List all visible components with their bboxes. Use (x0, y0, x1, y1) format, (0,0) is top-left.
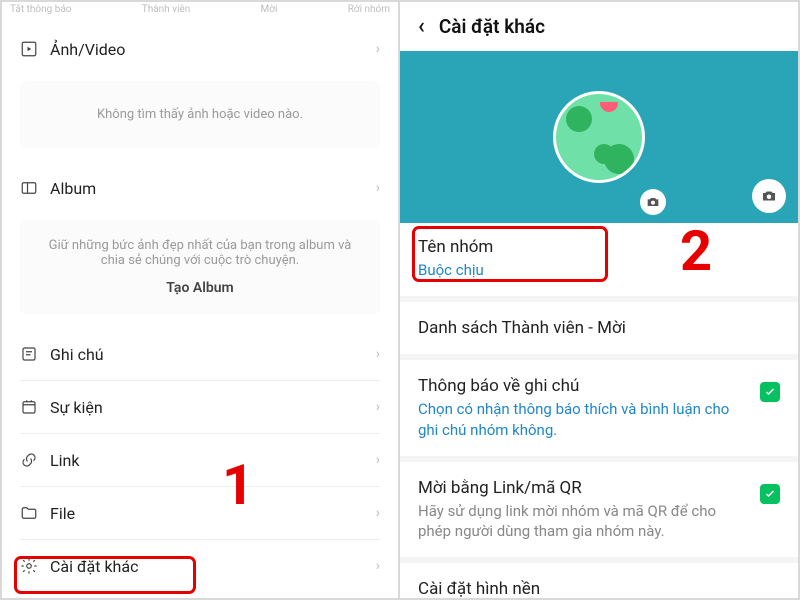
top-tab-bar: Tắt thông báoThành viênMờiRời nhóm (2, 2, 398, 23)
group-cover (400, 51, 798, 223)
group-avatar[interactable] (553, 91, 645, 183)
events-label: Sự kiện (50, 398, 103, 417)
camera-icon-avatar[interactable] (640, 189, 666, 215)
gear-icon (20, 557, 38, 575)
group-name-row[interactable]: Tên nhóm Buộc chịu (418, 223, 780, 294)
screen-header: ‹ Cài đặt khác (400, 2, 798, 51)
chevron-right-icon: › (376, 41, 380, 57)
note-notify-toggle[interactable] (760, 382, 780, 402)
photos-empty-state: Không tìm thấy ảnh hoặc video nào. (20, 81, 380, 148)
invite-link-toggle[interactable] (760, 484, 780, 504)
chevron-right-icon: › (376, 399, 380, 415)
camera-icon-cover[interactable] (752, 179, 786, 213)
album-empty-state: Giữ những bức ảnh đẹp nhất của bạn trong… (20, 220, 380, 314)
settings-overview-screen: Tắt thông báoThành viênMờiRời nhóm Ảnh/V… (2, 2, 400, 598)
album-icon (20, 179, 38, 197)
wallpaper-row[interactable]: Cài đặt hình nền (418, 565, 780, 598)
group-name-value: Buộc chịu (418, 260, 780, 280)
other-settings-label: Cài đặt khác (50, 557, 138, 576)
note-icon (20, 345, 38, 363)
events-row[interactable]: Sự kiện › (2, 381, 398, 433)
album-row[interactable]: Album › (2, 162, 398, 214)
group-name-label: Tên nhóm (418, 237, 780, 257)
play-media-icon (20, 40, 38, 58)
folder-icon (20, 504, 38, 522)
album-label: Album (50, 179, 96, 198)
chevron-right-icon: › (376, 452, 380, 468)
chevron-right-icon: › (376, 346, 380, 362)
notes-row[interactable]: Ghi chú › (2, 328, 398, 380)
other-settings-row[interactable]: Cài đặt khác › (2, 540, 398, 592)
note-notifications-row[interactable]: Thông báo về ghi chú Chọn có nhận thông … (418, 362, 780, 454)
other-settings-screen: ‹ Cài đặt khác Tên nhóm Buộc chịu Danh s… (400, 2, 798, 598)
calendar-icon (20, 398, 38, 416)
file-label: File (50, 504, 75, 523)
photos-videos-row[interactable]: Ảnh/Video › (2, 23, 398, 75)
back-icon[interactable]: ‹ (418, 14, 425, 39)
members-row[interactable]: Danh sách Thành viên - Mời (418, 304, 780, 352)
screen-title: Cài đặt khác (439, 15, 545, 38)
notes-label: Ghi chú (50, 345, 104, 364)
create-album-button[interactable]: Tạo Album (38, 280, 362, 296)
file-row[interactable]: File › (2, 487, 398, 539)
link-row[interactable]: Link › (2, 434, 398, 486)
chevron-right-icon: › (376, 505, 380, 521)
invite-link-row[interactable]: Mời bằng Link/mã QR Hãy sử dụng link mời… (418, 464, 780, 556)
link-label: Link (50, 451, 79, 470)
photos-videos-label: Ảnh/Video (50, 40, 125, 59)
chevron-right-icon: › (376, 558, 380, 574)
chevron-right-icon: › (376, 180, 380, 196)
link-icon (20, 451, 38, 469)
